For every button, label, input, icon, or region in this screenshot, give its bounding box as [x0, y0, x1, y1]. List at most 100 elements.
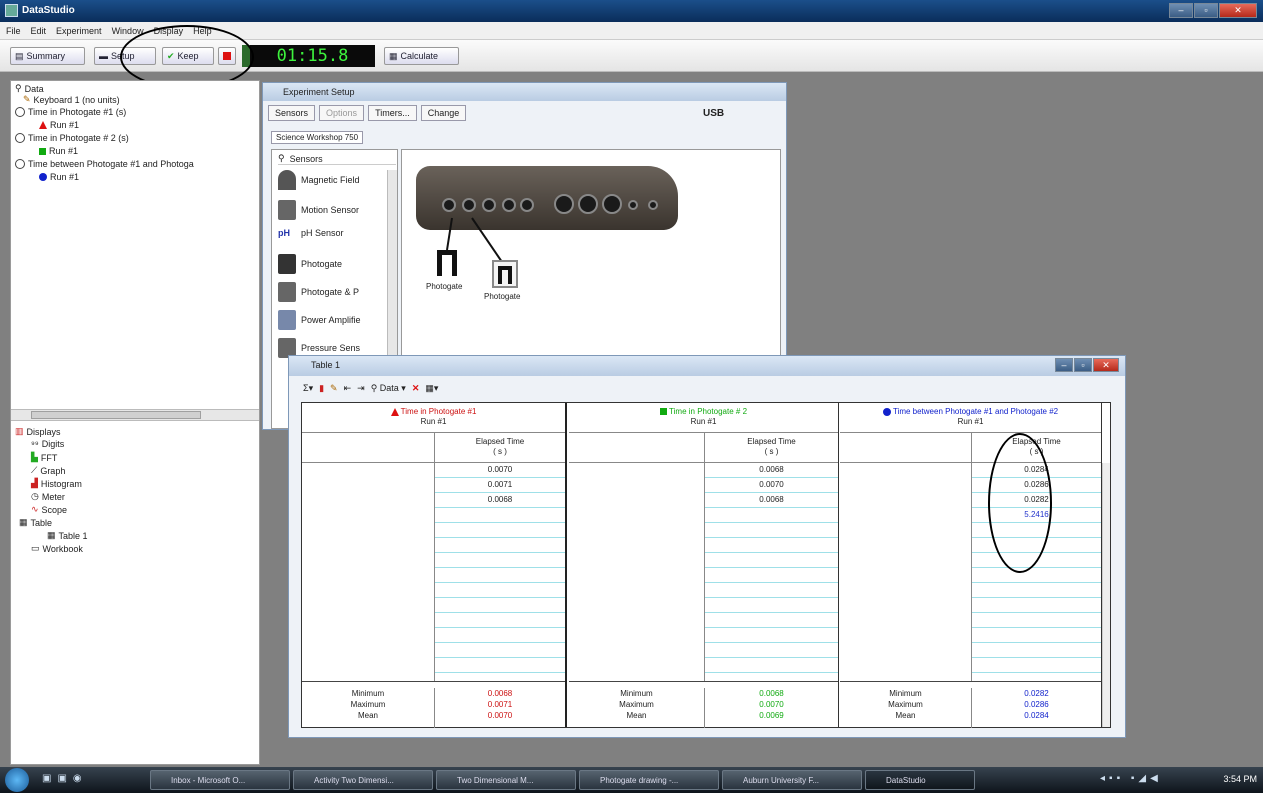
table-cell[interactable] [705, 643, 838, 658]
tree-item[interactable]: Run #1 [39, 120, 79, 130]
photogate-1-icon[interactable] [437, 250, 457, 276]
table-cell[interactable] [705, 523, 838, 538]
maximize-button[interactable]: ▫ [1074, 358, 1092, 372]
table-cell[interactable] [972, 598, 1101, 613]
table-scrollbar[interactable] [1102, 463, 1110, 727]
tree-item[interactable]: Time between Photogate #1 and Photoga [15, 159, 194, 169]
delete-icon[interactable]: ✕ [412, 383, 420, 394]
display-item-graph[interactable]: ⟋ Graph [31, 465, 65, 476]
table-cell[interactable] [435, 583, 565, 598]
scroll-left-icon[interactable]: ⇤ [344, 383, 352, 394]
table-cell[interactable]: 0.0070 [435, 463, 565, 478]
table-cell[interactable]: 0.0068 [705, 493, 838, 508]
change-tab[interactable]: Change [420, 105, 467, 121]
sensor-item[interactable]: pH pH Sensor [278, 228, 344, 238]
table-cell[interactable] [435, 523, 565, 538]
taskbar-item[interactable]: Photogate drawing -... [579, 770, 719, 790]
horizontal-scrollbar[interactable] [11, 409, 259, 421]
table-cell[interactable] [705, 613, 838, 628]
sigma-icon[interactable]: Σ▾ [303, 383, 313, 394]
timers-tab[interactable]: Timers... [368, 105, 417, 121]
table-cell[interactable] [705, 658, 838, 673]
tree-item[interactable]: Run #1 [39, 172, 79, 182]
sensor-item[interactable]: Magnetic Field [278, 170, 360, 190]
table-cell[interactable] [705, 538, 838, 553]
display-item-histogram[interactable]: ▟ Histogram [31, 478, 82, 489]
table-cell[interactable] [972, 583, 1101, 598]
options-tab[interactable]: Options [319, 105, 365, 121]
displays-tree-header[interactable]: ▥ Displays [15, 426, 61, 437]
taskbar-item[interactable]: Two Dimensional M... [436, 770, 576, 790]
taskbar-item[interactable]: Inbox - Microsoft O... [150, 770, 290, 790]
table-cell[interactable] [972, 643, 1101, 658]
table-cell[interactable] [435, 508, 565, 523]
sensor-item[interactable]: Photogate [278, 254, 342, 274]
column-header[interactable]: Time in Photogate #1 Run #1 [302, 403, 565, 433]
table-cell[interactable] [705, 553, 838, 568]
clock[interactable]: 3:54 PM [1223, 774, 1257, 784]
interface-tab[interactable]: Science Workshop 750 [271, 131, 364, 144]
table-cell[interactable] [435, 598, 565, 613]
table-cell[interactable] [972, 613, 1101, 628]
table-cell[interactable] [705, 568, 838, 583]
table-cell[interactable]: 0.0068 [435, 493, 565, 508]
photogate-2-icon[interactable] [492, 260, 518, 288]
table-cell[interactable] [972, 568, 1101, 583]
data-menu-button[interactable]: ⚲ Data ▾ [371, 383, 406, 394]
display-item-workbook[interactable]: ▭ Workbook [31, 543, 83, 554]
data-tree-header[interactable]: ⚲ Data [15, 83, 44, 94]
sensor-item[interactable]: Photogate & P [278, 282, 359, 302]
minimize-button[interactable]: – [1169, 3, 1193, 18]
display-item-digits[interactable]: ⁹⁹ Digits [31, 439, 64, 449]
maximize-button[interactable]: ▫ [1194, 3, 1218, 18]
table-cell[interactable] [435, 553, 565, 568]
table-cell[interactable] [972, 658, 1101, 673]
menu-file[interactable]: File [6, 26, 21, 36]
pencil-icon[interactable]: ✎ [330, 383, 338, 394]
start-button[interactable] [5, 768, 29, 792]
tree-item[interactable]: Run #1 [39, 146, 78, 156]
tree-item[interactable]: Time in Photogate # 2 (s) [15, 133, 129, 143]
minimize-button[interactable]: – [1055, 358, 1073, 372]
summary-button[interactable]: ▤ Summary [10, 47, 85, 65]
table-cell[interactable] [435, 568, 565, 583]
column-header[interactable]: Time in Photogate # 2 Run #1 [569, 403, 838, 433]
menu-edit[interactable]: Edit [31, 26, 47, 36]
table-cell[interactable] [705, 628, 838, 643]
display-item-table[interactable]: ▦ Table [19, 517, 52, 528]
quick-launch-icons[interactable]: ▣▣◉ [42, 773, 88, 784]
close-button[interactable]: ✕ [1093, 358, 1119, 372]
table-cell[interactable] [435, 538, 565, 553]
tray-icons[interactable]: ◂▪▪ ▪◢◀ [1100, 773, 1162, 784]
sensor-item[interactable]: Power Amplifie [278, 310, 361, 330]
table-cell[interactable] [705, 583, 838, 598]
display-item-table-1[interactable]: ▦ Table 1 [47, 530, 88, 541]
close-button[interactable]: ✕ [1219, 3, 1257, 18]
table-cell[interactable] [705, 508, 838, 523]
table-cell[interactable]: 0.0071 [435, 478, 565, 493]
table-cell[interactable] [705, 598, 838, 613]
menu-experiment[interactable]: Experiment [56, 26, 102, 36]
tree-item[interactable]: ✎ Keyboard 1 (no units) [23, 94, 120, 105]
calculate-button[interactable]: ▦ Calculate [384, 47, 459, 65]
table-cell[interactable] [435, 613, 565, 628]
table-settings-icon[interactable]: ▦▾ [425, 383, 438, 394]
scrollbar-thumb[interactable] [31, 411, 201, 419]
taskbar-item[interactable]: Auburn University F... [722, 770, 862, 790]
table-cell[interactable]: 0.0070 [705, 478, 838, 493]
sensors-dropdown[interactable]: ⚲ Sensors [278, 153, 396, 165]
insert-column-icon[interactable]: ▮ [319, 383, 324, 394]
table-cell[interactable]: 0.0068 [705, 463, 838, 478]
table-cell[interactable] [972, 628, 1101, 643]
sensors-tab[interactable]: Sensors [268, 105, 316, 121]
display-item-scope[interactable]: ∿ Scope [31, 504, 67, 515]
display-item-fft[interactable]: ▙ FFT [31, 452, 57, 463]
table-cell[interactable] [435, 658, 565, 673]
taskbar-item[interactable]: Activity Two Dimensi... [293, 770, 433, 790]
tree-item[interactable]: Time in Photogate #1 (s) [15, 107, 126, 117]
display-item-meter[interactable]: ◷ Meter [31, 491, 65, 502]
column-header[interactable]: Time between Photogate #1 and Photogate … [840, 403, 1101, 433]
table-cell[interactable] [435, 628, 565, 643]
scroll-right-icon[interactable]: ⇥ [357, 383, 365, 394]
sensor-item[interactable]: Motion Sensor [278, 200, 359, 220]
